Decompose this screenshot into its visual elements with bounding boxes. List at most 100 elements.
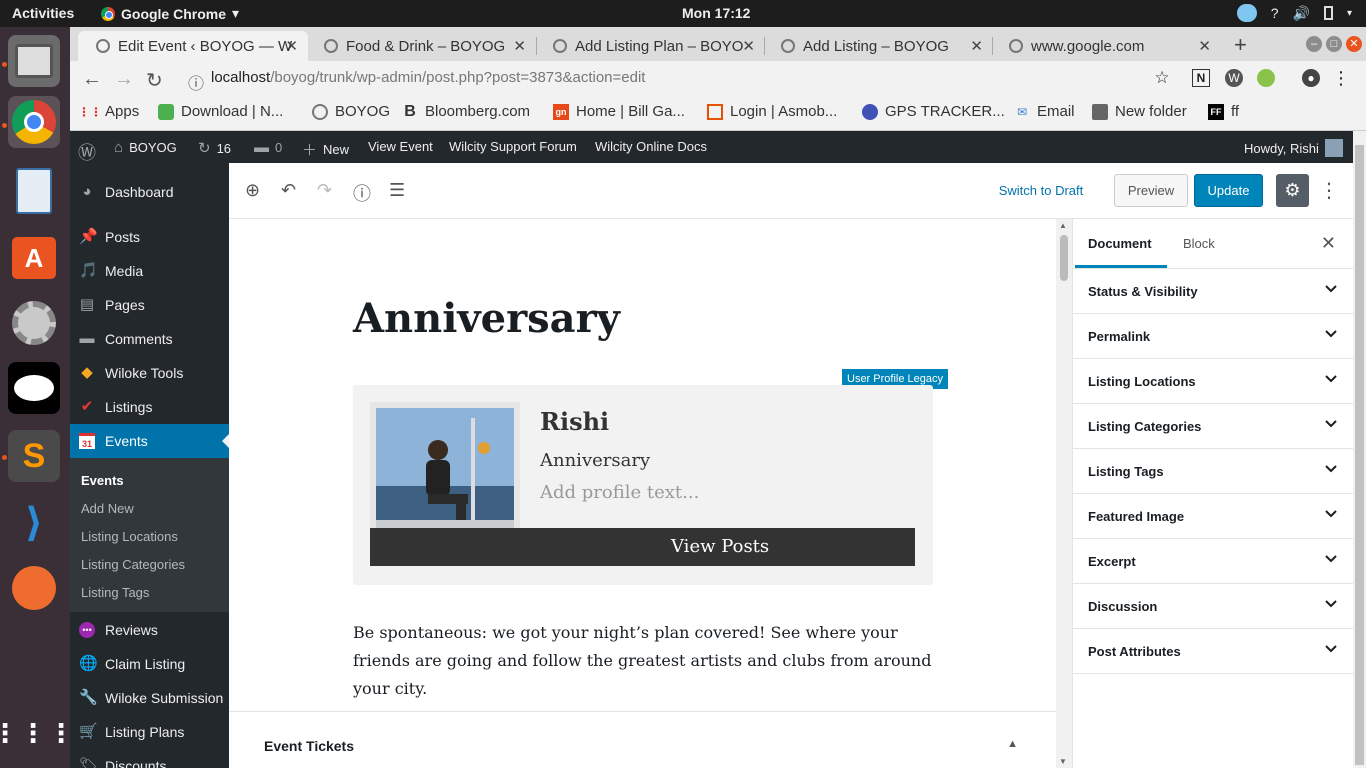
bookmark-gps-tracker[interactable]: GPS TRACKER... [862,103,1005,120]
view-posts-button[interactable]: View Posts [370,528,915,566]
submenu-add-new[interactable]: Add New [81,501,134,516]
wordpress-extension-icon[interactable]: W [1225,69,1243,87]
tab-block[interactable]: Block [1183,236,1215,251]
user-profile-block[interactable]: Rishi Anniversary Add profile text... Vi… [353,385,933,585]
clock[interactable]: Mon 17:12 [682,5,750,21]
help-icon[interactable]: ? [1271,5,1279,21]
close-icon[interactable]: ✕ [970,37,983,55]
bookmark-star-icon[interactable]: ☆ [1153,68,1171,87]
bookmark-asmob[interactable]: Login | Asmob... [707,103,837,120]
power-menu-icon[interactable]: ▾ [1347,8,1352,19]
admin-bar-site[interactable]: ⌂ BOYOG [114,139,177,156]
menu-pages[interactable]: ▤ Pages [70,288,229,322]
tab-add-listing[interactable]: Add Listing – BOYOG ✕ [763,31,993,61]
bookmark-email[interactable]: ✉ Email [1014,103,1075,120]
panel-status-visibility[interactable]: Status & Visibility [1073,269,1354,314]
post-title[interactable]: Anniversary [353,295,620,342]
close-icon[interactable]: ✕ [742,37,755,55]
profile-name[interactable]: Rishi [540,407,609,436]
menu-dashboard[interactable]: ◕ Dashboard [70,175,229,209]
paragraph-block[interactable]: Be spontaneous: we got your night’s plan… [353,619,953,703]
bookmark-new-folder[interactable]: New folder [1092,103,1187,120]
submenu-listing-tags[interactable]: Listing Tags [81,585,149,600]
chrome-icon[interactable] [8,96,60,148]
editor-scrollbar[interactable]: ▲ ▼ [1056,219,1072,768]
bookmark-bloomberg[interactable]: B Bloomberg.com [402,103,530,121]
close-icon[interactable]: ✕ [513,37,526,55]
system-tray[interactable]: ? 🔊 ▾ [1236,4,1352,22]
scrollbar-thumb[interactable] [1060,235,1068,281]
outline-icon[interactable]: ☰ [389,180,405,201]
menu-discounts[interactable]: 🏷 Discounts [70,749,229,768]
tab-document[interactable]: Document [1088,236,1152,251]
profile-icon[interactable]: ● [1302,69,1320,87]
menu-comments[interactable]: ▬ Comments [70,322,229,356]
menu-media[interactable]: 🎵 Media [70,254,229,288]
profile-text-placeholder[interactable]: Add profile text... [540,482,699,503]
menu-events[interactable]: 31 Events [70,424,229,458]
page-scrollbar[interactable] [1353,131,1366,768]
submenu-listing-locations[interactable]: Listing Locations [81,529,178,544]
bookmark-apps[interactable]: ⋮⋮ Apps [78,103,139,120]
panel-listing-categories[interactable]: Listing Categories [1073,404,1354,449]
gear-icon[interactable]: ⚙ [1276,174,1309,207]
info-icon[interactable]: ⓘ [353,180,371,206]
admin-bar-comments[interactable]: ▬ 0 [254,139,282,156]
extension-icon[interactable] [1257,69,1275,87]
sublime-text-icon[interactable]: S [8,430,60,482]
tab-edit-event[interactable]: Edit Event ‹ BOYOG — W ✕ [78,31,308,61]
forward-arrow-icon[interactable]: → [114,68,134,91]
software-center-icon[interactable]: A [8,232,60,284]
document-viewer-icon[interactable] [8,165,60,217]
admin-bar-updates[interactable]: ↻ 16 [198,139,231,157]
switch-to-draft-button[interactable]: Switch to Draft [991,174,1091,207]
close-icon[interactable]: ✕ [285,37,298,55]
panel-listing-locations[interactable]: Listing Locations [1073,359,1354,404]
tab-add-listing-plan[interactable]: Add Listing Plan – BOYO ✕ [535,31,765,61]
panel-featured-image[interactable]: Featured Image [1073,494,1354,539]
menu-posts[interactable]: 📌 Posts [70,220,229,254]
tab-google[interactable]: www.google.com ✕ [991,31,1221,61]
panel-excerpt[interactable]: Excerpt [1073,539,1354,584]
close-window-button[interactable]: ✕ [1346,36,1362,52]
activities-button[interactable]: Activities [12,5,74,21]
panel-permalink[interactable]: Permalink [1073,314,1354,359]
event-tickets-panel[interactable]: Event Tickets ▲ [229,711,1056,768]
tab-food-drink[interactable]: Food & Drink – BOYOG ✕ [306,31,536,61]
inkscape-icon[interactable] [8,362,60,414]
preview-button[interactable]: Preview [1114,174,1188,207]
menu-wiloke-tools[interactable]: ◆ Wiloke Tools [70,356,229,390]
vscode-icon[interactable]: ⟩ [8,497,60,549]
panel-discussion[interactable]: Discussion [1073,584,1354,629]
add-block-icon[interactable]: ⊕ [245,180,260,201]
back-arrow-icon[interactable]: ← [82,68,102,91]
redo-icon[interactable]: ↷ [317,180,332,201]
app-grid-icon[interactable]: ⋮⋮⋮ [0,707,74,759]
bookmark-download[interactable]: Download | N... [158,103,283,120]
menu-claim-listing[interactable]: 🌐 Claim Listing [70,647,229,681]
skype-icon[interactable] [1236,4,1257,22]
submenu-events[interactable]: Events [81,473,124,488]
info-icon[interactable]: ⓘ [188,70,204,94]
bookmark-boyog[interactable]: BOYOG [312,103,390,120]
maximize-button[interactable]: □ [1326,36,1342,52]
url-field[interactable]: localhost/boyog/trunk/wp-admin/post.php?… [211,69,645,86]
panel-listing-tags[interactable]: Listing Tags [1073,449,1354,494]
collapse-arrow-icon[interactable]: ▲ [1007,738,1018,750]
new-tab-button[interactable]: + [1234,32,1247,58]
undo-icon[interactable]: ↶ [281,180,296,201]
reload-icon[interactable]: ↻ [146,68,163,93]
admin-bar-view-event[interactable]: View Event [368,139,433,154]
menu-listings[interactable]: ✔ Listings [70,390,229,424]
more-options-icon[interactable]: ⋮ [1319,174,1339,207]
minimize-button[interactable]: – [1306,36,1322,52]
admin-bar-support[interactable]: Wilcity Support Forum [449,139,577,154]
menu-listing-plans[interactable]: 🛒 Listing Plans [70,715,229,749]
menu-wiloke-submission[interactable]: 🔧 Wiloke Submission [70,681,229,715]
admin-bar-new[interactable]: ＋ New [302,139,349,160]
close-icon[interactable]: ✕ [1198,37,1211,55]
close-icon[interactable]: ✕ [1321,233,1336,254]
chrome-menu-icon[interactable]: ⋮ [1332,68,1350,88]
panel-post-attributes[interactable]: Post Attributes [1073,629,1354,674]
wordpress-logo-icon[interactable]: Ⓦ [78,139,96,165]
